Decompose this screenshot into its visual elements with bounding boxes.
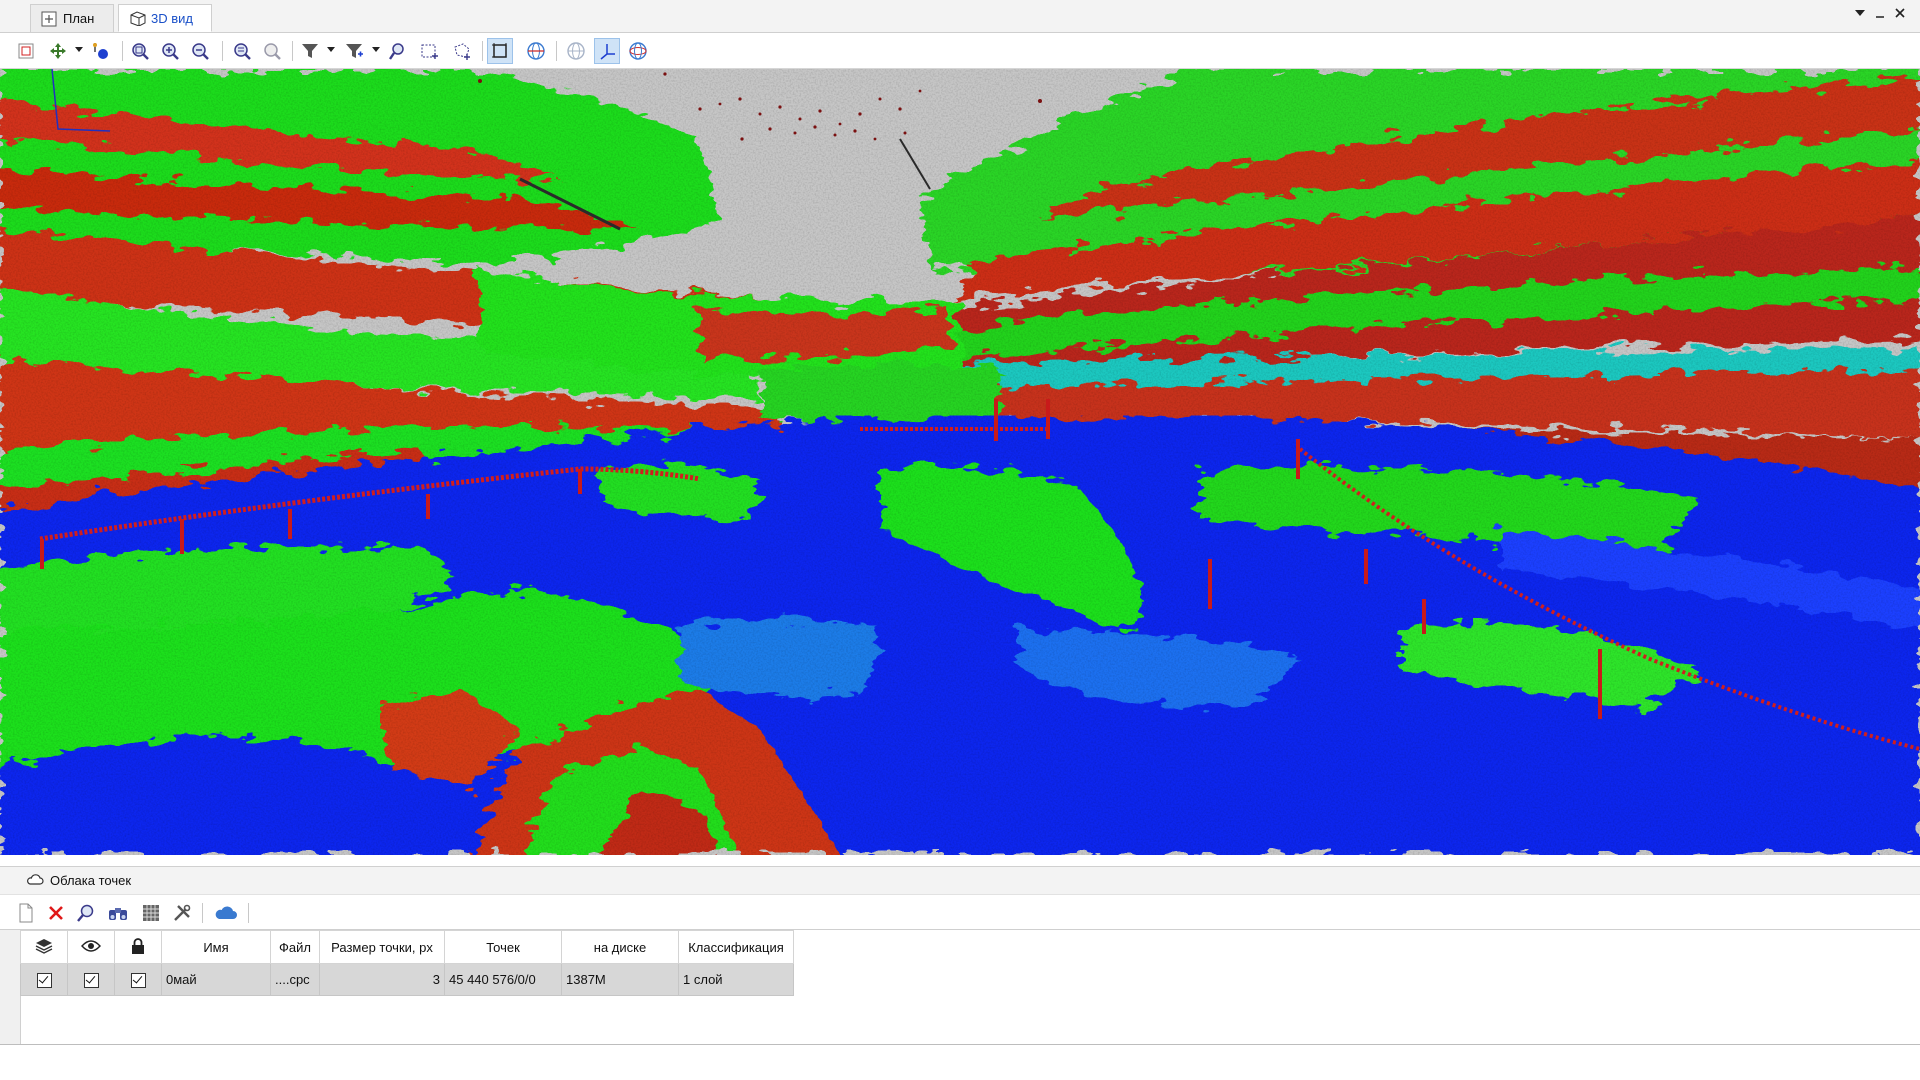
zoom-window-icon[interactable] [230, 39, 254, 63]
toolbar-separator [482, 41, 483, 61]
classification-cell[interactable]: 1 слой [678, 963, 794, 996]
zoom-out-icon[interactable] [188, 39, 212, 63]
point-clouds-grid: Имя Файл Размер точки, px Точек на диске… [0, 930, 1920, 1045]
layers-checkbox-cell [20, 963, 68, 996]
tab-3d-view[interactable]: 3D вид [118, 4, 212, 32]
search-icon[interactable] [74, 901, 98, 925]
cube-icon [129, 10, 146, 27]
point-clouds-toolbar [0, 894, 1920, 930]
tools-icon[interactable] [170, 901, 194, 925]
filter-icon[interactable] [298, 39, 322, 63]
point-cloud-render [0, 69, 1920, 855]
filter-add-dropdown-arrow[interactable] [372, 47, 380, 52]
camera-dropdown-arrow[interactable] [75, 47, 83, 52]
lock-column-header[interactable] [114, 930, 162, 964]
globe-orbit-icon[interactable] [626, 39, 650, 63]
column-header-point-size[interactable]: Размер точки, px [319, 930, 445, 964]
point-clouds-table: Имя Файл Размер точки, px Точек на диске… [20, 930, 794, 996]
zoom-in-icon[interactable] [158, 39, 182, 63]
layers-icon [34, 938, 54, 958]
grid-row-header-strip [0, 930, 21, 1044]
column-header-file[interactable]: Файл [270, 930, 320, 964]
binoculars-icon[interactable] [106, 901, 130, 925]
column-header-classification[interactable]: Классификация [678, 930, 794, 964]
delete-icon[interactable] [44, 901, 68, 925]
visibility-column-header[interactable] [67, 930, 115, 964]
select-rectangle-icon[interactable] [418, 39, 442, 63]
point-size-cell[interactable]: 3 [319, 963, 445, 996]
disk-size-cell: 1387M [561, 963, 679, 996]
camera-navigation-icon[interactable] [46, 39, 70, 63]
eye-icon [81, 939, 101, 956]
column-header-points[interactable]: Точек [444, 930, 562, 964]
filter-add-icon[interactable] [342, 39, 366, 63]
globe-wireframe-icon[interactable] [524, 39, 548, 63]
new-file-icon[interactable] [14, 901, 38, 925]
layers-checkbox[interactable] [36, 972, 52, 988]
column-header-disk[interactable]: на диске [561, 930, 679, 964]
toolbar-separator [292, 41, 293, 61]
globe-disabled-icon[interactable] [564, 39, 588, 63]
table-header-row: Имя Файл Размер точки, px Точек на диске… [20, 930, 794, 964]
point-marker-icon[interactable] [88, 39, 112, 63]
filter-dropdown-arrow[interactable] [327, 47, 335, 52]
cloud-outline-icon [26, 872, 44, 888]
point-cloud-3d-viewport[interactable] [0, 69, 1920, 855]
document-tab-bar: План 3D вид [0, 0, 1920, 33]
close-icon[interactable] [1892, 7, 1908, 23]
toolbar-separator [202, 903, 203, 923]
toolbar-separator [222, 41, 223, 61]
toolbar-separator [556, 41, 557, 61]
table-icon[interactable] [139, 901, 163, 925]
toolbar-separator [248, 903, 249, 923]
table-row[interactable]: 0май ....cpc 3 45 440 576/0/0 1387M 1 сл… [20, 963, 794, 996]
tab-plan[interactable]: План [30, 4, 114, 32]
tab-label: 3D вид [151, 10, 193, 26]
tab-label: План [63, 11, 95, 26]
lock-icon [130, 937, 146, 958]
cloud-file-cell[interactable]: ....cpc [270, 963, 320, 996]
panel-title: Облака точек [50, 873, 132, 888]
layers-column-header[interactable] [20, 930, 68, 964]
plan-icon [41, 11, 57, 27]
point-clouds-panel-header: Облака точек [0, 866, 1920, 894]
points-count-cell: 45 440 576/0/0 [444, 963, 562, 996]
zoom-selection-icon[interactable] [386, 39, 410, 63]
visible-checkbox-cell [67, 963, 115, 996]
minimize-icon[interactable] [1872, 7, 1888, 23]
dropdown-arrow-icon[interactable] [1852, 7, 1868, 23]
axes-icon[interactable] [594, 38, 620, 64]
bounding-box-icon[interactable] [487, 38, 513, 64]
select-polygon-icon[interactable] [450, 39, 474, 63]
cloud-name-cell[interactable]: 0май [161, 963, 271, 996]
select-frame-icon[interactable] [14, 39, 38, 63]
lock-checkbox-cell [114, 963, 162, 996]
toolbar-separator [122, 41, 123, 61]
cloud-icon[interactable] [214, 901, 238, 925]
view-toolbar [0, 33, 1920, 69]
lock-checkbox[interactable] [130, 972, 146, 988]
zoom-window-disabled-icon[interactable] [260, 39, 284, 63]
column-header-name[interactable]: Имя [161, 930, 271, 964]
visible-checkbox[interactable] [83, 972, 99, 988]
zoom-extents-icon[interactable] [128, 39, 152, 63]
